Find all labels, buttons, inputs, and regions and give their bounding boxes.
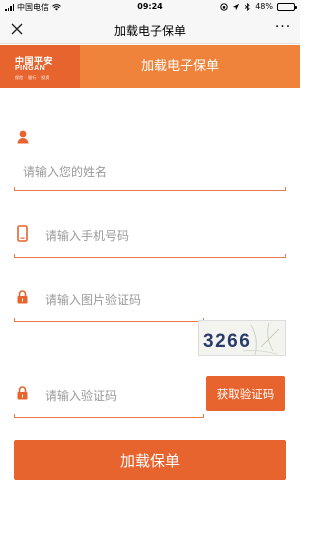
sms-code-input[interactable] [45, 386, 200, 406]
lock-icon [17, 386, 28, 400]
logo-slogan: 保险 · 银行 · 投资 [15, 75, 50, 80]
image-code-input[interactable] [45, 290, 200, 310]
name-input[interactable] [23, 162, 278, 182]
user-icon [17, 130, 29, 144]
captcha-graphic: 3266 [203, 322, 280, 355]
battery-icon [277, 2, 297, 11]
phone-input[interactable] [45, 226, 280, 246]
logo-en: PINGAN [15, 65, 46, 72]
name-field [14, 130, 286, 191]
page-title: 加载电子保单 [113, 24, 186, 38]
battery-percent: 48% [255, 2, 273, 11]
phone-icon [17, 225, 28, 242]
nav-bar: 加载电子保单 ··· [0, 14, 300, 44]
rotation-lock-icon [220, 2, 228, 11]
phone-field [14, 222, 286, 258]
status-bar: 中国电信 09:24 48% [0, 0, 300, 14]
captcha-text: 3266 [203, 331, 251, 352]
location-icon [233, 3, 240, 10]
load-policy-button[interactable]: 加载保单 [14, 440, 286, 480]
captcha-image[interactable]: 3266 [198, 320, 286, 356]
bluetooth-icon [245, 2, 250, 11]
header-banner: 中国平安 PINGAN 保险 · 银行 · 投资 加载电子保单 [0, 45, 300, 88]
image-code-field [14, 286, 204, 322]
sms-code-field [14, 382, 204, 418]
banner-heading: 加载电子保单 [80, 45, 300, 88]
get-code-button[interactable]: 获取验证码 [206, 376, 285, 411]
pingan-logo: 中国平安 PINGAN 保险 · 银行 · 投资 [0, 45, 80, 88]
lock-icon [17, 290, 28, 304]
more-icon[interactable]: ··· [274, 20, 292, 36]
